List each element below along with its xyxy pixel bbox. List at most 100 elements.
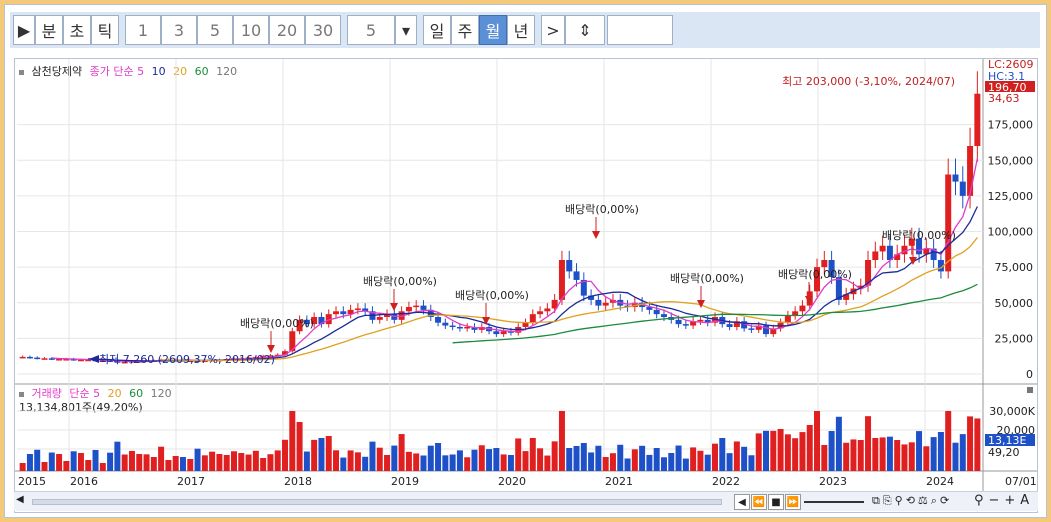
chart-panel: 삼천당제약 종가 단순 5 10 20 60 120 거래량 단순 5 20 6… <box>14 58 1038 513</box>
navigation-bar: ◀ ◀ ⏪ ■ ⏩ ⧉⎘⚲⟲⚖⌕⟳ ⚲−+A <box>14 491 1038 511</box>
toolbar-button-4[interactable]: 1 <box>125 15 161 45</box>
volume-bar <box>537 448 544 471</box>
scrollbar-track[interactable] <box>32 499 722 505</box>
volume-bar <box>201 455 208 471</box>
x-tick-label: 2022 <box>712 475 740 488</box>
volume-bar <box>515 438 522 471</box>
toolbar-button-12[interactable]: 일 <box>423 15 451 45</box>
volume-bar <box>726 453 733 471</box>
candle-body <box>784 315 791 323</box>
volume-bar <box>967 416 974 471</box>
toolbar-input[interactable] <box>607 15 673 45</box>
toolbar-button-17[interactable]: ⇕ <box>565 15 605 45</box>
dividend-label: 배당락(0,00%) <box>882 229 956 242</box>
volume-bar <box>901 444 908 471</box>
candle-body <box>726 324 733 327</box>
volume-bar <box>580 443 587 471</box>
volume-bar <box>296 422 303 471</box>
x-tick-label: 2016 <box>70 475 98 488</box>
volume-bar <box>916 431 923 471</box>
volume-bar <box>209 451 216 471</box>
volume-bar <box>959 434 966 471</box>
volume-bar <box>711 443 718 471</box>
candle-body <box>500 331 507 335</box>
toolbar-button-13[interactable]: 주 <box>451 15 479 45</box>
x-tick-label: 2017 <box>177 475 205 488</box>
volume-bar <box>682 458 689 471</box>
toolbar-button-3[interactable]: 틱 <box>91 15 119 45</box>
volume-bar <box>333 450 340 471</box>
volume-bar <box>704 454 711 471</box>
price-tick-label: 125,000 <box>988 190 1034 203</box>
toolbar-button-8[interactable]: 20 <box>269 15 305 45</box>
toolbar-button-14[interactable]: 월 <box>479 15 507 45</box>
stop-icon[interactable]: ■ <box>768 494 784 510</box>
volume-bar <box>908 442 915 471</box>
toolbar-button-11[interactable]: ▾ <box>395 15 417 45</box>
first-icon[interactable]: ◀ <box>734 494 750 510</box>
volume-bar <box>872 438 879 471</box>
volume-bar <box>128 450 135 471</box>
candle-body <box>872 251 879 260</box>
volume-bar <box>507 455 514 471</box>
volume-bar <box>179 457 186 471</box>
volume-bar <box>121 454 128 471</box>
dividend-label: 배당락(0,00%) <box>240 317 314 330</box>
volume-bar <box>865 416 872 471</box>
volume-bar <box>172 456 179 471</box>
scroll-left-icon[interactable]: ◀ <box>16 494 30 510</box>
volume-bar <box>216 454 223 471</box>
candle-body <box>456 326 463 329</box>
toolbar-button-9[interactable]: 30 <box>305 15 341 45</box>
volume-bar <box>238 453 245 471</box>
toolbar-button-10[interactable]: 5 <box>347 15 395 45</box>
candle-body <box>420 305 427 310</box>
volume-bar <box>435 443 442 471</box>
volume-bar <box>282 439 289 471</box>
volume-bar <box>267 454 274 471</box>
volume-bar <box>413 453 420 471</box>
tools-icons[interactable]: ⧉⎘⚲⟲⚖⌕⟳ <box>872 494 952 508</box>
volume-bar <box>41 462 48 471</box>
toolbar-button-1[interactable]: 분 <box>35 15 63 45</box>
zoom-slider[interactable] <box>804 501 864 503</box>
volume-bar <box>646 454 653 471</box>
volume-bar <box>799 432 806 471</box>
volume-bar <box>449 454 456 471</box>
rewind-icon[interactable]: ⏪ <box>751 494 767 510</box>
price-tick-label: 25,000 <box>995 332 1034 345</box>
volume-bar <box>398 434 405 471</box>
volume-bar <box>937 432 944 471</box>
volume-bar <box>99 463 106 471</box>
volume-bar <box>952 442 959 471</box>
toolbar-button-16[interactable]: > <box>541 15 565 45</box>
sub-tag: 34,63 <box>988 92 1020 105</box>
toolbar-button-7[interactable]: 10 <box>233 15 269 45</box>
toolbar-button-6[interactable]: 5 <box>197 15 233 45</box>
toolbar-button-15[interactable]: 년 <box>507 15 535 45</box>
volume-bar <box>493 448 500 471</box>
volume-bar <box>245 454 252 471</box>
volume-bar <box>456 450 463 471</box>
volume-bar <box>391 445 398 471</box>
volume-bar <box>289 411 296 471</box>
candle-body <box>529 314 536 323</box>
volume-bar <box>814 411 821 471</box>
zoom-controls[interactable]: ⚲−+A <box>974 493 1034 508</box>
candle-body <box>748 328 755 330</box>
candle-body <box>544 308 551 312</box>
x-tick-label: 2015 <box>18 475 46 488</box>
volume-bar <box>588 452 595 471</box>
candle-body <box>974 93 981 146</box>
volume-bar <box>384 455 391 471</box>
volume-bar <box>369 441 376 471</box>
toolbar-button-0[interactable]: ▶ <box>13 15 35 45</box>
toolbar-button-5[interactable]: 3 <box>161 15 197 45</box>
toolbar-button-2[interactable]: 초 <box>63 15 91 45</box>
volume-bar <box>303 451 310 471</box>
price-volume-chart[interactable]: 175,000 150,000 125,000 100,000 75,000 50,000… <box>15 59 1037 491</box>
forward-icon[interactable]: ⏩ <box>785 494 801 510</box>
x-tick-label: 2020 <box>498 475 526 488</box>
volume-bar <box>85 460 92 471</box>
dividend-label: 배당락(0,00%) <box>778 268 852 281</box>
